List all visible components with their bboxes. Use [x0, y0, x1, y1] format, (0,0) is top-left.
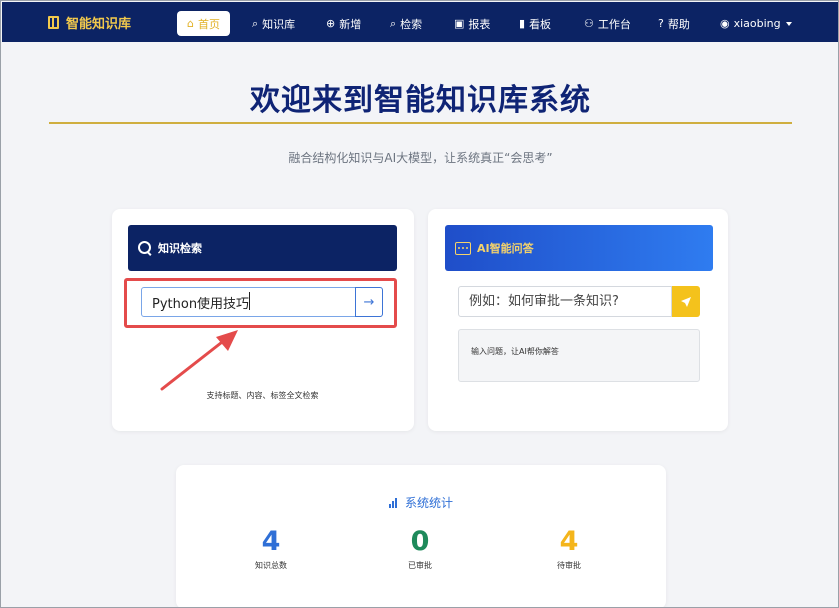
- report-icon: ▣: [454, 17, 465, 30]
- chevron-down-icon: [785, 21, 792, 26]
- page-title: 欢迎来到智能知识库系统: [250, 83, 591, 118]
- help-icon: ?: [658, 17, 664, 30]
- user-circle-icon: ◉: [720, 17, 730, 30]
- top-navbar: 智能知识库 ⌂ 首页 ⌕ 知识库 ⊕ 新增 ⌕ 检索 ▣ 报表 ▮ 看板 ⚇ 工…: [2, 2, 838, 42]
- app-window: 智能知识库 ⌂ 首页 ⌕ 知识库 ⊕ 新增 ⌕ 检索 ▣ 报表 ▮ 看板 ⚇ 工…: [0, 0, 839, 608]
- stat-pending-label: 待审批: [557, 561, 581, 570]
- search-panel-title: 知识检索: [158, 242, 202, 255]
- user-icon: ⚇: [584, 17, 594, 30]
- send-icon: [681, 296, 691, 307]
- stat-total: 4 知识总数: [231, 527, 311, 571]
- nav-search[interactable]: ⌕ 检索: [390, 11, 422, 36]
- ai-answer-area: 输入问题，让AI帮你解答: [458, 329, 700, 382]
- nav-knowledge-base-label: 知识库: [262, 17, 296, 31]
- arrow-right-icon: →: [363, 294, 375, 310]
- stat-approved: 0 已审批: [380, 527, 460, 571]
- search-icon: ⌕: [252, 16, 259, 30]
- bar-chart-icon: [388, 497, 398, 508]
- search-icon: [138, 241, 152, 255]
- nav-add[interactable]: ⊕ 新增: [326, 11, 361, 36]
- nav-dashboard-label: 看板: [529, 17, 552, 31]
- stats-title: 系统统计: [176, 494, 666, 511]
- brand-logo[interactable]: 智能知识库: [48, 2, 131, 42]
- send-button[interactable]: [672, 286, 700, 317]
- stat-approved-value: 0: [410, 526, 430, 557]
- nav-home-label: 首页: [197, 17, 220, 31]
- annotation-arrow-icon: [160, 330, 238, 391]
- chat-dots-icon: [455, 241, 471, 255]
- user-name: xiaobing: [733, 17, 781, 30]
- page-subtitle: 融合结构化知识与AI大模型，让系统真正“会思考”: [288, 151, 553, 165]
- ai-panel-title: AI智能问答: [477, 242, 534, 255]
- ai-question-input[interactable]: [458, 286, 672, 317]
- nav-search-label: 检索: [400, 17, 423, 31]
- book-icon: [48, 15, 59, 29]
- nav-home[interactable]: ⌂ 首页: [177, 11, 230, 36]
- nav-help-label: 帮助: [667, 17, 690, 31]
- stat-pending: 4 待审批: [529, 527, 609, 571]
- user-menu[interactable]: ◉ xiaobing: [720, 11, 792, 36]
- nav-workbench[interactable]: ⚇ 工作台: [584, 11, 631, 36]
- nav-dashboard[interactable]: ▮ 看板: [519, 11, 551, 36]
- search-submit-button[interactable]: →: [355, 287, 383, 317]
- nav-reports-label: 报表: [468, 17, 491, 31]
- home-icon: ⌂: [187, 17, 194, 30]
- plus-circle-icon: ⊕: [326, 17, 336, 30]
- stat-pending-value: 4: [559, 526, 579, 557]
- stat-total-label: 知识总数: [255, 561, 287, 570]
- nav-help[interactable]: ? 帮助: [658, 11, 690, 36]
- nav-workbench-label: 工作台: [597, 17, 631, 31]
- text-cursor: [249, 292, 250, 310]
- bar-chart-icon: ▮: [519, 17, 526, 30]
- nav-add-label: 新增: [339, 17, 362, 31]
- brand-name: 智能知识库: [66, 16, 132, 32]
- stat-total-value: 4: [261, 526, 281, 557]
- search-icon: ⌕: [390, 16, 397, 30]
- ai-answer-placeholder: 输入问题，让AI帮你解答: [471, 347, 559, 356]
- title-divider: [49, 122, 792, 124]
- nav-knowledge-base[interactable]: ⌕ 知识库: [252, 11, 295, 36]
- nav-reports[interactable]: ▣ 报表: [454, 11, 490, 36]
- search-panel-header: 知识检索: [128, 225, 397, 271]
- search-hint: 支持标题、内容、标签全文检索: [206, 391, 319, 400]
- stat-approved-label: 已审批: [408, 561, 432, 570]
- stats-title-label: 系统统计: [404, 496, 453, 510]
- ai-panel-header: AI智能问答: [445, 225, 713, 271]
